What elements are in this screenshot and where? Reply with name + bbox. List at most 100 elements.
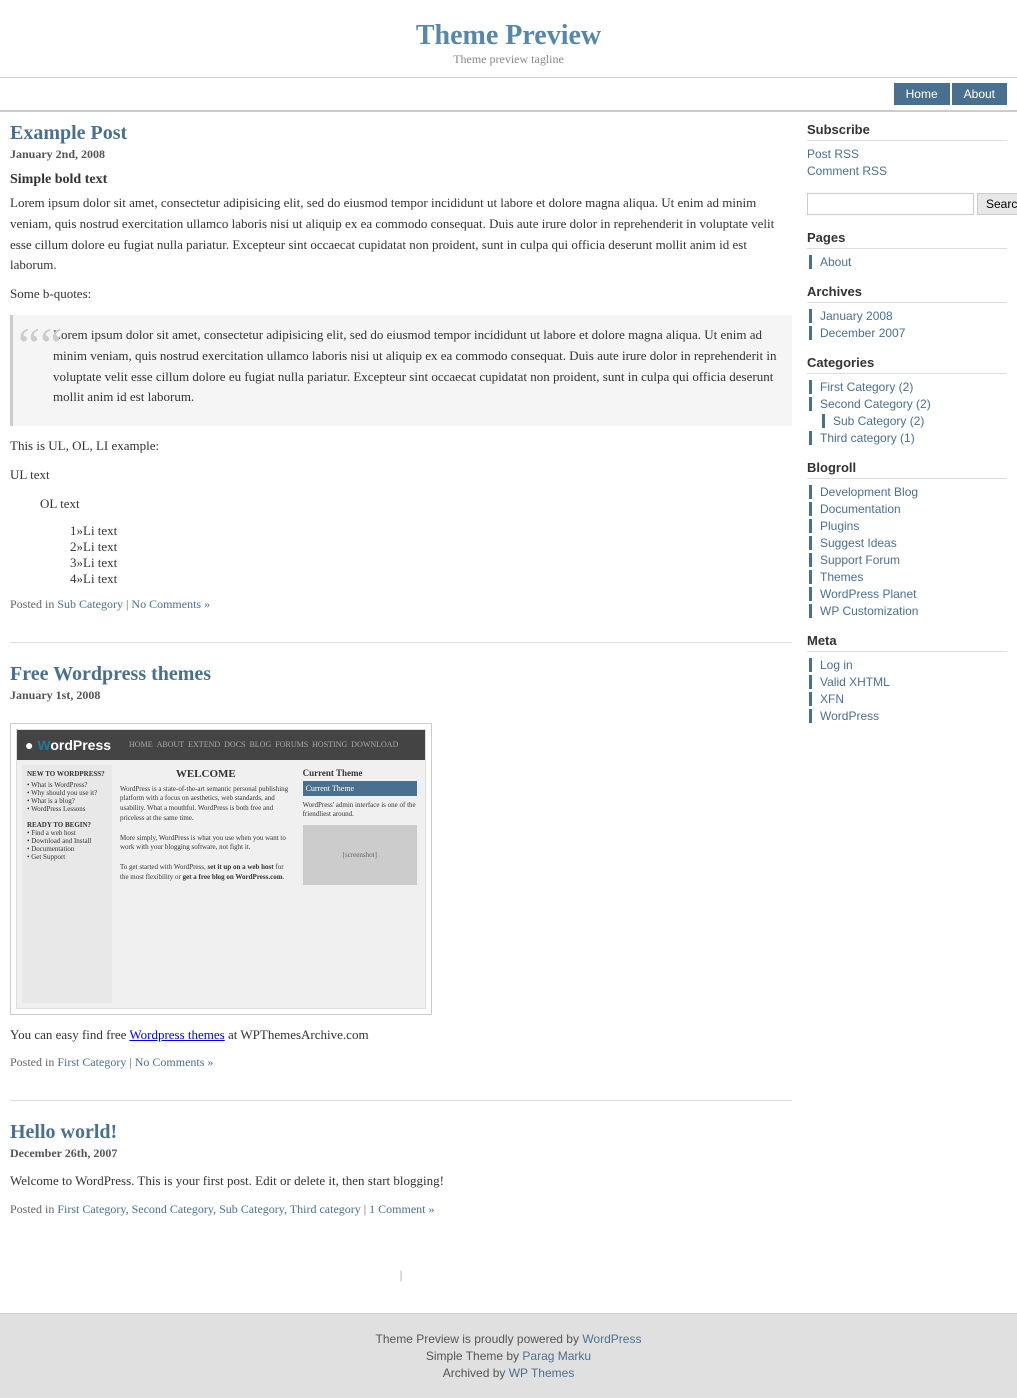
archive-jan-link[interactable]: January 2008	[820, 309, 893, 323]
blogroll-support-link[interactable]: Support Forum	[820, 553, 900, 567]
list-item: WordPress	[809, 709, 1007, 723]
footer-line1: Theme Preview is proudly powered by Word…	[15, 1332, 1002, 1346]
post-hello-world: Hello world! December 26th, 2007 Welcome…	[10, 1121, 792, 1217]
post-hello-content: Welcome to WordPress. This is your first…	[10, 1171, 792, 1192]
post-cat-first[interactable]: First Category	[57, 1202, 125, 1216]
list-item: Li text	[70, 571, 792, 587]
post-bold-heading: Simple bold text	[10, 172, 792, 188]
sidebar-meta: Meta Log in Valid XHTML XFN WordPress	[807, 633, 1007, 723]
comment-rss-link[interactable]: Comment RSS	[807, 164, 887, 178]
list-item: Li text	[70, 539, 792, 555]
nav-about[interactable]: About	[952, 83, 1007, 105]
list-item: WordPress Planet	[809, 587, 1007, 601]
list-item: WP Customization	[809, 604, 1007, 618]
list-item: Documentation	[809, 502, 1007, 516]
list-item: Suggest Ideas	[809, 536, 1007, 550]
list-item: Support Forum	[809, 553, 1007, 567]
footer-wpthemes-link[interactable]: WP Themes	[509, 1366, 575, 1380]
pages-about-link[interactable]: About	[820, 255, 851, 269]
meta-xhtml-link[interactable]: Valid XHTML	[820, 675, 890, 689]
post-date-wp-themes: January 1st, 2008	[10, 688, 792, 703]
post-list-label: This is UL, OL, LI example:	[10, 436, 792, 457]
sidebar-categories-heading: Categories	[807, 355, 1007, 374]
post-wp-themes: Free Wordpress themes January 1st, 2008 …	[10, 663, 792, 1071]
post-category-link[interactable]: Sub Category	[57, 597, 123, 611]
post-title-example[interactable]: Example Post	[10, 122, 127, 144]
meta-login-link[interactable]: Log in	[820, 658, 853, 672]
sidebar-pages-heading: Pages	[807, 230, 1007, 249]
post-bquote-label: Some b-quotes:	[10, 284, 792, 305]
archive-dec-link[interactable]: December 2007	[820, 326, 905, 340]
site-tagline: Theme preview tagline	[10, 52, 1007, 67]
search-input[interactable]	[807, 193, 974, 215]
post-title-wp-themes[interactable]: Free Wordpress themes	[10, 663, 211, 685]
footer-wordpress-link[interactable]: WordPress	[582, 1332, 641, 1346]
list-item: Third category (1)	[809, 431, 1007, 445]
list-item: Li text	[70, 523, 792, 539]
blogroll-docs-link[interactable]: Documentation	[820, 502, 901, 516]
sidebar-subscribe-heading: Subscribe	[807, 122, 1007, 141]
list-item: Li text	[70, 555, 792, 571]
sidebar-pages: Pages About	[807, 230, 1007, 269]
sidebar-meta-heading: Meta	[807, 633, 1007, 652]
blogroll-themes-link[interactable]: Themes	[820, 570, 863, 584]
post-footer-example: Posted in Sub Category | No Comments »	[10, 597, 792, 612]
search-button[interactable]: Search	[977, 193, 1017, 215]
sidebar-categories: Categories First Category (2) Second Cat…	[807, 355, 1007, 445]
post-blockquote: Lorem ipsum dolor sit amet, consectetur …	[53, 325, 777, 408]
footer-parag-link[interactable]: Parag Marku	[522, 1349, 591, 1363]
post-ul-label: UL text	[10, 465, 792, 486]
list-item: Log in	[809, 658, 1007, 672]
post-title-hello[interactable]: Hello world!	[10, 1121, 117, 1143]
list-item: Second Category (2)	[809, 397, 1007, 411]
post-cat-third[interactable]: Third category	[290, 1202, 361, 1216]
blogroll-wp-planet-link[interactable]: WordPress Planet	[820, 587, 917, 601]
list-item: Valid XHTML	[809, 675, 1007, 689]
sidebar-archives: Archives January 2008 December 2007	[807, 284, 1007, 340]
list-item: January 2008	[809, 309, 1007, 323]
list-item: Themes	[809, 570, 1007, 584]
post-category-link2[interactable]: First Category	[57, 1055, 126, 1069]
blogroll-plugins-link[interactable]: Plugins	[820, 519, 859, 533]
blogroll-suggest-link[interactable]: Suggest Ideas	[820, 536, 897, 550]
footer-line2: Simple Theme by Parag Marku	[15, 1349, 1002, 1363]
wp-screenshot: ● WordPress HOME ABOUT EXTEND DOCS BLOG …	[10, 723, 432, 1015]
post-date-hello: December 26th, 2007	[10, 1146, 792, 1161]
list-item: Development Blog	[809, 485, 1007, 499]
cat-second-link[interactable]: Second Category (2)	[820, 397, 931, 411]
footer-line3: Archived by WP Themes	[15, 1366, 1002, 1380]
meta-xfn-link[interactable]: XFN	[820, 692, 844, 706]
post-date-example: January 2nd, 2008	[10, 147, 792, 162]
post-ol-label: OL text	[40, 494, 792, 515]
meta-wp-link[interactable]: WordPress	[820, 709, 879, 723]
list-item: First Category (2)	[809, 380, 1007, 394]
site-title: Theme Preview	[10, 20, 1007, 52]
sidebar-blogroll-heading: Blogroll	[807, 460, 1007, 479]
post-wp-text: You can easy find free Wordpress themes …	[10, 1025, 792, 1046]
post-footer-hello: Posted in First Category, Second Categor…	[10, 1202, 792, 1217]
cat-first-link[interactable]: First Category (2)	[820, 380, 913, 394]
wp-themes-link[interactable]: Wordpress themes	[129, 1027, 224, 1042]
post-cat-sub[interactable]: Sub Category	[219, 1202, 284, 1216]
post-rss-link[interactable]: Post RSS	[807, 147, 859, 161]
post-comments-link[interactable]: No Comments »	[131, 597, 210, 611]
post-comments-link2[interactable]: No Comments »	[135, 1055, 214, 1069]
list-item: December 2007	[809, 326, 1007, 340]
footer: Theme Preview is proudly powered by Word…	[0, 1313, 1017, 1398]
list-item: XFN	[809, 692, 1007, 706]
cat-sub-link[interactable]: Sub Category (2)	[833, 414, 924, 428]
sidebar-search: Search	[807, 193, 1007, 215]
sidebar-subscribe: Subscribe Post RSS Comment RSS	[807, 122, 1007, 178]
post-example: Example Post January 2nd, 2008 Simple bo…	[10, 122, 792, 612]
blogroll-dev-link[interactable]: Development Blog	[820, 485, 918, 499]
list-item: Comment RSS	[807, 164, 1007, 178]
post-cat-second[interactable]: Second Category	[132, 1202, 214, 1216]
cat-third-link[interactable]: Third category (1)	[820, 431, 915, 445]
blogroll-wp-custom-link[interactable]: WP Customization	[820, 604, 918, 618]
nav-home[interactable]: Home	[894, 83, 950, 105]
post-intro: Lorem ipsum dolor sit amet, consectetur …	[10, 193, 792, 276]
post-comments-link3[interactable]: 1 Comment »	[369, 1202, 434, 1216]
sidebar-archives-heading: Archives	[807, 284, 1007, 303]
list-item: Post RSS	[807, 147, 1007, 161]
list-item: Sub Category (2)	[822, 414, 1007, 428]
